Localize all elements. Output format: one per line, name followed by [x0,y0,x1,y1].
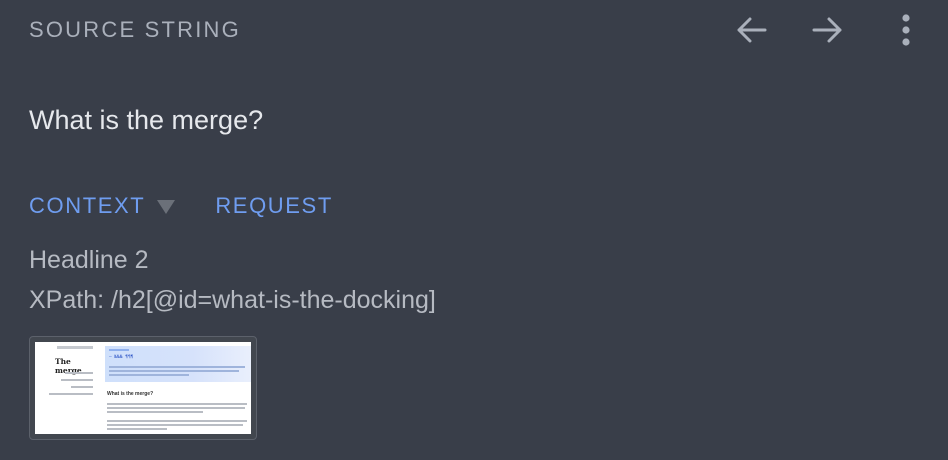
thumbnail-text-line [107,411,203,413]
thumbnail-nav-line [65,372,93,374]
thumbnail-banner-tag [109,349,129,351]
thumbnail-sidebar: The merge [35,342,99,434]
more-vertical-icon [902,14,910,46]
details-tabs: CONTEXT REQUEST [29,190,333,222]
more-options-button[interactable] [884,10,928,50]
thumbnail-banner [105,346,251,382]
context-xpath: XPath: /h2[@id=what-is-the-docking] [29,286,436,314]
section-label: SOURCE STRING [29,17,241,42]
source-string-panel: SOURCE STRING What is the merge? CONTEXT… [0,0,948,460]
thumbnail-section-heading: What is the merge? [107,391,154,397]
tab-context[interactable]: CONTEXT [29,192,215,220]
arrow-right-icon [812,17,842,43]
thumbnail-text-line [107,407,245,409]
thumbnail-banner-title: — №№№ ¶¶¶ [109,355,134,360]
thumbnail-nav-line [61,379,93,381]
thumbnail-text-line [107,420,247,422]
next-string-button[interactable] [806,10,850,50]
tab-request-label: REQUEST [215,193,333,218]
context-screenshot-thumbnail[interactable]: The merge — №№№ ¶¶¶ What is the merge? [29,336,257,440]
thumbnail-nav-line [49,393,93,395]
thumbnail-brand-bar [57,346,93,349]
thumbnail-text-line [107,428,167,430]
previous-string-button[interactable] [729,10,773,50]
thumbnail-text-line [107,424,243,426]
thumbnail-nav-line [71,386,93,388]
thumbnail-preview: The merge — №№№ ¶¶¶ What is the merge? [35,342,251,434]
caret-down-icon[interactable] [157,200,176,214]
thumbnail-banner-line [109,366,245,368]
thumbnail-text-line [107,403,247,405]
tab-context-label: CONTEXT [29,193,146,218]
arrow-left-icon [737,17,767,43]
thumbnail-banner-line [109,370,239,372]
source-string-text: What is the merge? [29,105,264,135]
thumbnail-banner-line [109,374,189,376]
tab-request[interactable]: REQUEST [215,192,333,220]
context-element-type: Headline 2 [29,246,149,274]
